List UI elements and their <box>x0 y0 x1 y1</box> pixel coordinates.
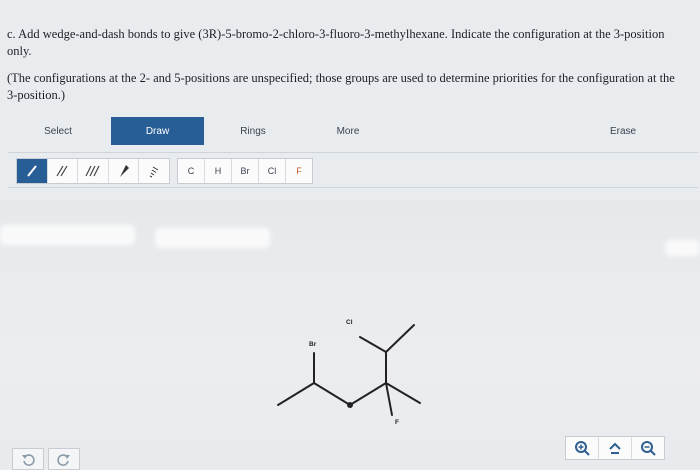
rings-tab[interactable]: Rings <box>208 117 298 145</box>
erase-tab[interactable]: Erase <box>578 117 668 145</box>
double-bond-icon <box>56 165 68 177</box>
question-note: (The configurations at the 2- and 5-posi… <box>7 71 675 102</box>
canvas-glare <box>0 225 135 245</box>
bond-tools <box>16 158 170 184</box>
history-controls <box>12 448 84 470</box>
more-tab[interactable]: More <box>303 117 393 145</box>
atom-br-button[interactable]: Br <box>232 159 259 183</box>
question-text: c. Add wedge-and-dash bonds to give (3R)… <box>7 26 679 60</box>
bromine-label: Br <box>309 341 317 348</box>
molecule-skeleton <box>277 324 421 416</box>
undo-icon <box>22 454 35 466</box>
atom-f-button[interactable]: F <box>286 159 312 183</box>
draw-tab[interactable]: Draw <box>111 117 204 145</box>
dash-bond-icon <box>149 166 159 178</box>
double-bond-button[interactable] <box>48 159 79 183</box>
atom-cl-button[interactable]: Cl <box>259 159 286 183</box>
wedge-bond-icon <box>119 165 129 177</box>
chlorine-label: Cl <box>346 319 353 326</box>
single-bond-icon <box>27 165 37 177</box>
reset-zoom-icon <box>609 442 621 454</box>
zoom-in-button[interactable] <box>566 437 599 459</box>
zoom-out-icon <box>641 441 656 456</box>
redo-button[interactable] <box>48 448 80 470</box>
reset-zoom-button[interactable] <box>599 437 632 459</box>
zoom-out-button[interactable] <box>632 437 664 459</box>
redo-icon <box>57 454 70 466</box>
zoom-controls <box>565 436 665 460</box>
atom-tools: C H Br Cl F <box>177 158 313 184</box>
fluorine-label: F <box>395 419 399 426</box>
canvas-glare <box>155 228 270 248</box>
draw-subtoolbar: C H Br Cl F <box>8 152 698 188</box>
canvas-glare <box>665 240 700 256</box>
select-tab[interactable]: Select <box>8 117 108 145</box>
molecule-structure[interactable]: Cl Br F <box>260 305 430 440</box>
main-toolbar: Select Draw Rings More Erase <box>8 117 698 147</box>
undo-button[interactable] <box>12 448 44 470</box>
question-prompt: c. Add wedge-and-dash bonds to give (3R)… <box>7 27 665 58</box>
triple-bond-button[interactable] <box>78 159 109 183</box>
single-bond-button[interactable] <box>17 159 48 183</box>
zoom-in-icon <box>575 441 590 456</box>
dash-bond-button[interactable] <box>139 159 169 183</box>
atom-h-button[interactable]: H <box>205 159 232 183</box>
wedge-bond-button[interactable] <box>109 159 140 183</box>
atom-c-button[interactable]: C <box>178 159 205 183</box>
triple-bond-icon <box>85 165 100 177</box>
